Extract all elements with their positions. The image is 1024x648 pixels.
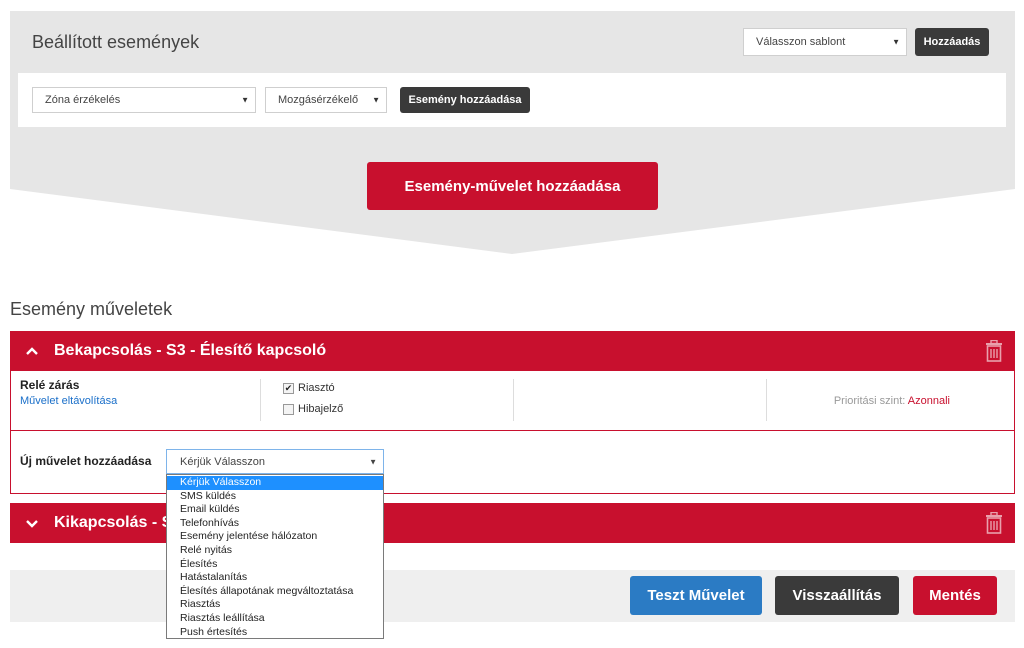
accordion-body-on: Relé zárás Művelet eltávolítása ✔ Riaszt…	[10, 371, 1015, 494]
new-action-select-label: Kérjük Válasszon	[180, 455, 265, 468]
checkbox-fault-label: Hibajelző	[298, 403, 344, 415]
trash-icon[interactable]	[985, 339, 1003, 367]
dropdown-option[interactable]: Élesítés	[167, 558, 383, 572]
checkbox-alarm-label: Riasztó	[298, 382, 335, 394]
checkbox-unchecked-icon	[283, 403, 294, 415]
caret-down-icon: ▼	[892, 37, 900, 47]
action-title: Relé zárás	[20, 378, 80, 392]
caret-down-icon: ▼	[369, 457, 377, 466]
configured-events-panel: Beállított események Válasszon sablont ▼…	[10, 11, 1015, 254]
accordion-header-on[interactable]: Bekapcsolás - S3 - Élesítő kapcsoló	[10, 331, 1015, 371]
priority-label: Prioritási szint:	[833, 395, 906, 407]
dropdown-option[interactable]: Kérjük Válasszon	[167, 476, 383, 490]
zone-select-label: Zóna érzékelés	[45, 94, 121, 106]
dropdown-option[interactable]: Riasztás	[167, 598, 383, 612]
reset-button[interactable]: Visszaállítás	[775, 576, 899, 615]
dropdown-option[interactable]: Hatástalanítás	[167, 571, 383, 585]
dropdown-option[interactable]: Élesítés állapotának megváltoztatása	[167, 585, 383, 599]
new-action-dropdown-list: Kérjük Válasszon SMS küldés Email küldés Te…	[166, 474, 384, 639]
chevron-up-icon	[10, 343, 54, 359]
column-divider	[513, 379, 514, 421]
zone-select[interactable]: Zóna érzékelés ▼	[32, 87, 256, 113]
dropdown-option[interactable]: Riasztás leállítása	[167, 612, 383, 626]
accordion-header-off[interactable]: Kikapcsolás - S	[10, 503, 1015, 543]
accordion-title: Bekapcsolás - S3 - Élesítő kapcsoló	[54, 342, 327, 359]
sensor-select-label: Mozgásérzékelő	[278, 94, 359, 106]
template-select[interactable]: Válasszon sablont ▼	[743, 28, 907, 56]
dropdown-option[interactable]: Telefonhívás	[167, 517, 383, 531]
dropdown-option[interactable]: Email küldés	[167, 503, 383, 517]
caret-down-icon: ▼	[372, 95, 380, 105]
checkbox-checked-icon: ✔	[283, 382, 294, 394]
test-action-button[interactable]: Teszt Művelet	[630, 576, 762, 615]
dropdown-option[interactable]: Relé nyitás	[167, 544, 383, 558]
save-button[interactable]: Mentés	[913, 576, 997, 615]
sensor-select[interactable]: Mozgásérzékelő ▼	[265, 87, 387, 113]
trash-icon[interactable]	[985, 511, 1003, 539]
action-row: Relé zárás Művelet eltávolítása ✔ Riaszt…	[11, 371, 1014, 431]
caret-down-icon: ▼	[241, 95, 249, 105]
dropdown-option[interactable]: SMS küldés	[167, 490, 383, 504]
column-divider	[260, 379, 261, 421]
checkbox-fault[interactable]: Hibajelző	[283, 403, 343, 415]
page: Beállított események Válasszon sablont ▼…	[0, 0, 1024, 648]
add-template-button[interactable]: Hozzáadás	[915, 28, 989, 56]
dropdown-option[interactable]: Esemény jelentése hálózaton	[167, 530, 383, 544]
new-action-label: Új művelet hozzáadása	[20, 454, 152, 468]
column-divider	[766, 379, 767, 421]
configured-events-title: Beállított események	[32, 32, 200, 52]
template-select-label: Válasszon sablont	[756, 36, 846, 48]
checkbox-alarm[interactable]: ✔ Riasztó	[283, 382, 335, 394]
dropdown-option[interactable]: Push értesítés	[167, 626, 383, 640]
add-event-action-button[interactable]: Esemény-művelet hozzáadása	[367, 162, 658, 210]
remove-action-link[interactable]: Művelet eltávolítása	[20, 395, 117, 407]
chevron-down-icon	[10, 515, 54, 531]
new-action-select[interactable]: Kérjük Válasszon ▼	[166, 449, 384, 474]
add-event-button[interactable]: Esemény hozzáadása	[400, 87, 530, 113]
accordion-title: Kikapcsolás - S	[54, 514, 173, 531]
priority-level: Prioritási szint: Azonnali	[834, 395, 950, 407]
priority-value: Azonnali	[907, 395, 950, 407]
event-actions-title: Esemény műveletek	[10, 299, 173, 319]
